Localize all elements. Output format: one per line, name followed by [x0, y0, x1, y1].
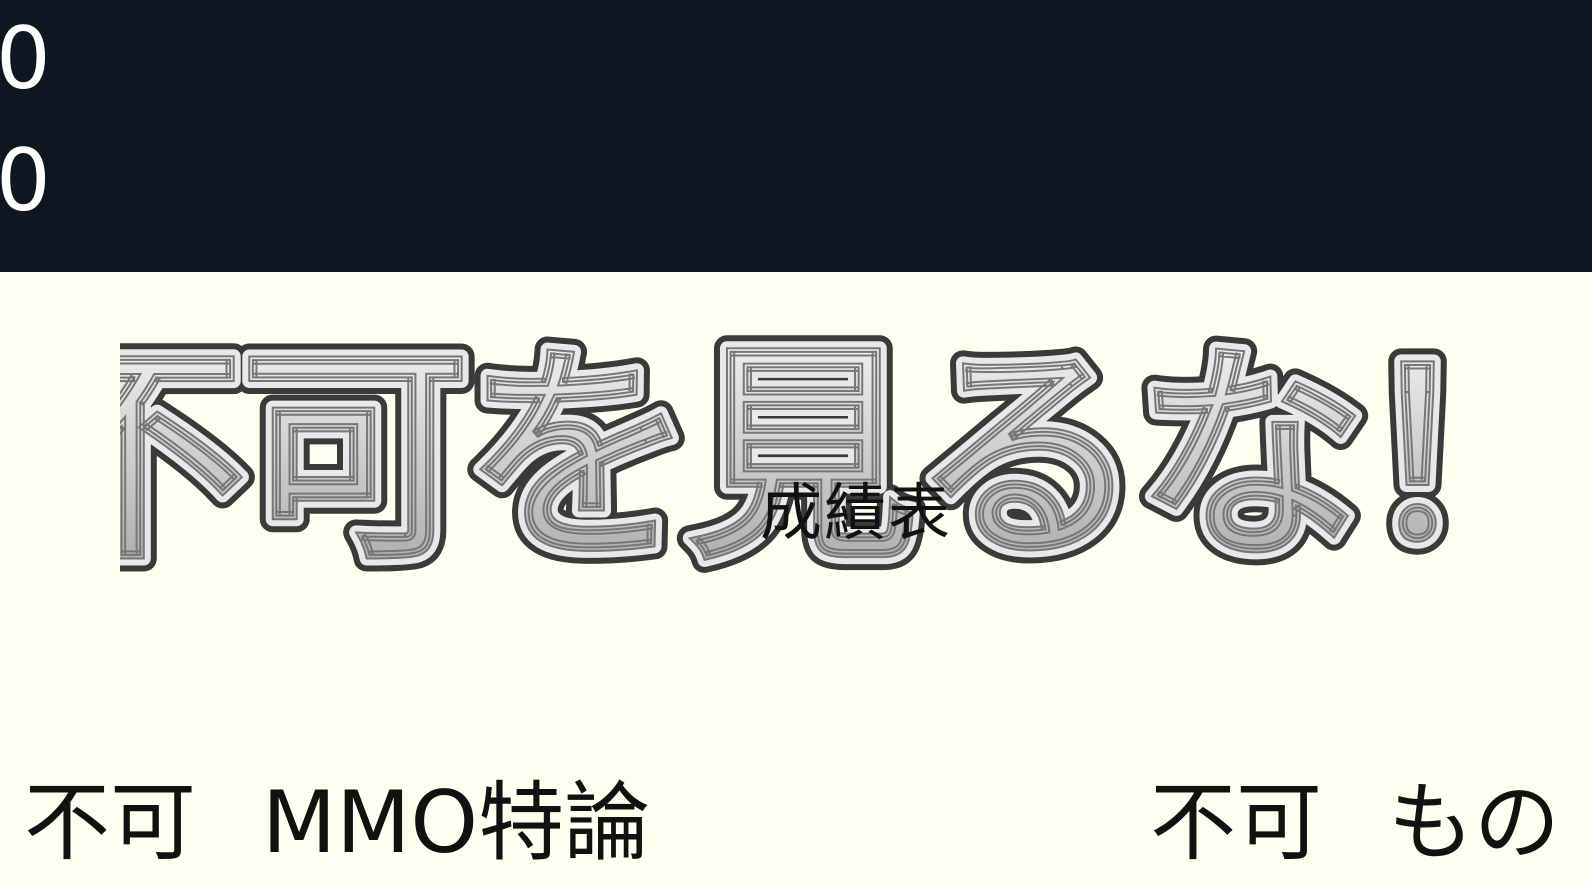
course-name: MMO特論: [262, 773, 651, 873]
report-card-title: 成績表: [760, 476, 953, 549]
hud-bar: 0 0: [0, 0, 1592, 272]
grade-row-2: 不可 もの: [1150, 780, 1560, 866]
course-name: もの: [1388, 773, 1560, 873]
grade-row-1: 不可 MMO特論: [24, 780, 650, 866]
counter-1: 0: [0, 9, 51, 109]
logo-text-fill: 不可を見るな！: [120, 332, 1480, 592]
grade-label: 不可: [1150, 773, 1322, 873]
grade-label: 不可: [24, 773, 196, 873]
report-card-area: 不可を見るな！ 不可を見るな！ 不可を見るな！ 成績表 不可 MMO特論 不可 …: [0, 272, 1592, 885]
game-title-logo: 不可を見るな！ 不可を見るな！ 不可を見るな！: [120, 332, 1480, 592]
counter-2: 0: [0, 131, 51, 231]
